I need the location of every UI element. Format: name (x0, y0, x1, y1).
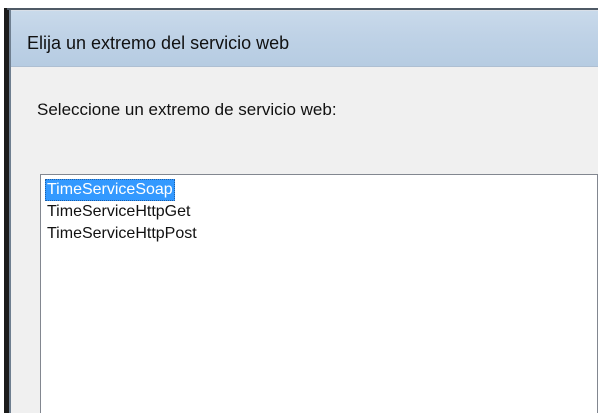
endpoint-option-timeservicesoap[interactable]: TimeServiceSoap (45, 179, 175, 201)
endpoint-option-timeservicehttpget[interactable]: TimeServiceHttpGet (45, 201, 192, 223)
dialog-content: Seleccione un extremo de servicio web: T… (11, 67, 598, 413)
dialog-titlebar[interactable]: Elija un extremo del servicio web (11, 11, 598, 67)
endpoint-prompt-label: Seleccione un extremo de servicio web: (37, 100, 337, 119)
screenshot-area: Elija un extremo del servicio web Selecc… (0, 0, 598, 413)
endpoint-dialog: Elija un extremo del servicio web Selecc… (11, 10, 598, 413)
endpoint-option-timeservicehttppost[interactable]: TimeServiceHttpPost (45, 223, 199, 245)
endpoint-listbox[interactable]: TimeServiceSoap TimeServiceHttpGet TimeS… (40, 174, 598, 413)
dialog-title: Elija un extremo del servicio web (27, 33, 290, 53)
